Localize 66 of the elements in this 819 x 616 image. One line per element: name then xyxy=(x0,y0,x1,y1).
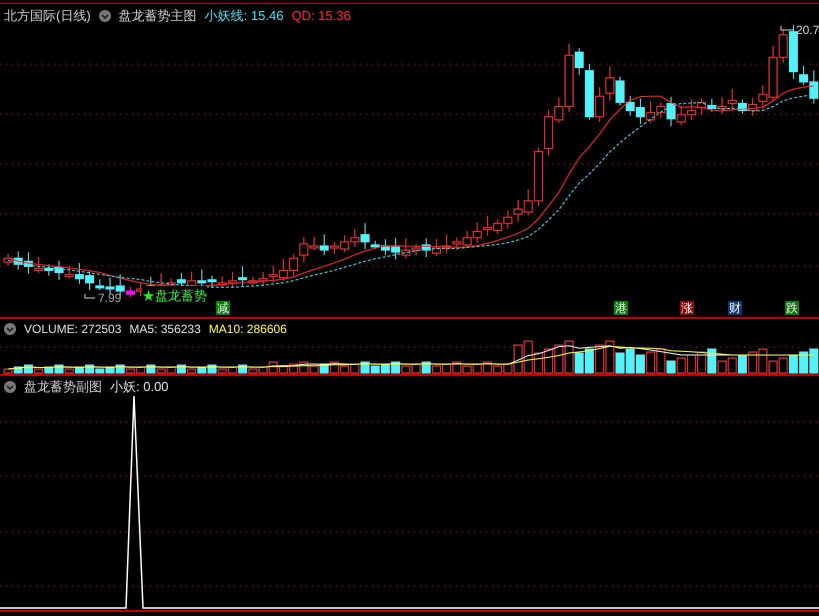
signal-marker: 财 xyxy=(728,301,742,315)
indicator-reading: 小妖: 0.00 xyxy=(110,378,169,396)
candlestick xyxy=(278,258,288,282)
candlestick xyxy=(268,265,278,284)
dropdown-icon[interactable] xyxy=(98,10,111,22)
stock-title: 北方国际(日线) xyxy=(4,7,91,25)
volume-bar xyxy=(646,352,656,374)
dropdown-icon[interactable] xyxy=(4,323,16,335)
candlestick xyxy=(462,230,472,248)
candlestick xyxy=(432,238,441,257)
volume-bar xyxy=(697,352,706,374)
candlestick xyxy=(24,252,33,274)
volume-bar xyxy=(788,354,798,374)
candlestick xyxy=(503,210,512,229)
volume-bar xyxy=(554,344,564,374)
candlestick xyxy=(391,237,400,260)
candlestick xyxy=(686,98,696,120)
indicator-reading: 小妖线: 15.46 xyxy=(204,7,284,25)
volume-bar xyxy=(738,354,747,374)
volume-bar xyxy=(380,364,390,374)
candlestick xyxy=(718,96,726,114)
candlestick xyxy=(340,234,350,253)
volume-bar xyxy=(686,354,696,374)
volume-bar xyxy=(544,348,554,374)
candlestick xyxy=(514,199,522,222)
volume-bar xyxy=(748,352,758,374)
high-price-label: 20.7 xyxy=(796,22,819,39)
volume-bar xyxy=(595,344,604,374)
volume-bar xyxy=(442,364,452,374)
candlestick xyxy=(482,215,492,236)
candlestick xyxy=(748,97,758,116)
volume-bar xyxy=(350,364,360,374)
candlestick xyxy=(493,218,502,234)
candlestick xyxy=(605,66,614,101)
candlestick xyxy=(707,98,716,112)
volume-bar xyxy=(636,354,645,374)
indicator-reading: QD: 15.36 xyxy=(291,7,351,25)
indicator-name: 盘龙蓄势副图 xyxy=(24,378,102,396)
volume-bar xyxy=(676,358,686,374)
volume-reading: MA10: 286606 xyxy=(208,321,287,338)
signal-marker: 跌 xyxy=(785,301,799,315)
volume-bar xyxy=(626,348,635,374)
candlestick xyxy=(636,98,645,124)
volume-bar xyxy=(412,364,420,374)
volume-bar xyxy=(472,364,482,374)
candlestick xyxy=(34,256,44,274)
volume-bar xyxy=(584,348,594,374)
volume-reading: VOLUME: 272503 xyxy=(24,321,122,338)
volume-reading: MA5: 356233 xyxy=(129,321,201,338)
candlestick xyxy=(472,222,482,244)
candlestick xyxy=(289,254,298,276)
signal-marker: 减 xyxy=(216,301,230,315)
low-price-label: 7.99 xyxy=(98,290,122,307)
candlestick xyxy=(350,228,360,248)
volume-bar xyxy=(809,348,818,374)
candlestick xyxy=(616,76,624,106)
candlestick xyxy=(697,98,706,116)
signal-marker: 港 xyxy=(614,301,628,315)
volume-bar xyxy=(728,358,737,374)
candlestick xyxy=(626,95,635,116)
volume-bar xyxy=(799,352,808,374)
dropdown-icon[interactable] xyxy=(4,380,16,393)
candlestick xyxy=(646,100,656,124)
signal-marker: 涨 xyxy=(680,301,694,315)
indicator-name: 盘龙蓄势主图 xyxy=(118,7,197,25)
volume-bar xyxy=(778,358,788,374)
